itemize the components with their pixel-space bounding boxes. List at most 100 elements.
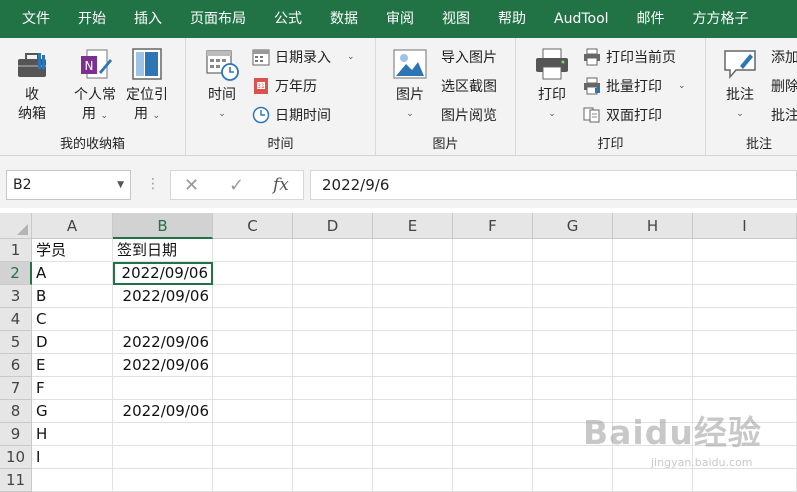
- cell-e7[interactable]: [373, 377, 453, 400]
- formula-input[interactable]: 2022/9/6: [310, 170, 797, 200]
- row-header-11[interactable]: 11: [0, 469, 32, 492]
- image-viewer-button[interactable]: 图片阅览: [441, 104, 497, 126]
- cell-c1[interactable]: [213, 239, 293, 262]
- cell-f2[interactable]: [453, 262, 533, 285]
- cell-f5[interactable]: [453, 331, 533, 354]
- cell-c11[interactable]: [213, 469, 293, 492]
- cell-f4[interactable]: [453, 308, 533, 331]
- cell-d2[interactable]: [293, 262, 373, 285]
- cell-d6[interactable]: [293, 354, 373, 377]
- cell-d4[interactable]: [293, 308, 373, 331]
- cell-a6[interactable]: E: [32, 354, 113, 377]
- cell-a8[interactable]: G: [32, 400, 113, 423]
- column-header-b[interactable]: B: [113, 213, 213, 239]
- column-header-i[interactable]: I: [693, 213, 797, 239]
- cell-i2[interactable]: [693, 262, 797, 285]
- personal-button[interactable]: N 个人常 用 ⌄: [74, 46, 116, 126]
- cell-e10[interactable]: [373, 446, 453, 469]
- cell-d7[interactable]: [293, 377, 373, 400]
- menu-data[interactable]: 数据: [316, 0, 372, 38]
- column-header-e[interactable]: E: [373, 213, 453, 239]
- column-header-f[interactable]: F: [453, 213, 533, 239]
- cell-e5[interactable]: [373, 331, 453, 354]
- cell-c4[interactable]: [213, 308, 293, 331]
- row-header-2[interactable]: 2: [0, 262, 32, 285]
- cell-i7[interactable]: [693, 377, 797, 400]
- cell-b9[interactable]: [113, 423, 213, 446]
- cell-b10[interactable]: [113, 446, 213, 469]
- locate-reference-button[interactable]: 定位引 用 ⌄: [126, 46, 168, 126]
- cell-d3[interactable]: [293, 285, 373, 308]
- cell-h7[interactable]: [613, 377, 693, 400]
- row-header-6[interactable]: 6: [0, 354, 32, 377]
- confirm-icon[interactable]: ✓: [229, 175, 244, 196]
- cell-f9[interactable]: [453, 423, 533, 446]
- cell-b8[interactable]: 2022/09/06: [113, 400, 213, 423]
- datetime-button[interactable]: 日期时间: [252, 104, 331, 126]
- cancel-icon[interactable]: ✕: [184, 175, 199, 196]
- row-header-3[interactable]: 3: [0, 285, 32, 308]
- cell-f7[interactable]: [453, 377, 533, 400]
- row-header-5[interactable]: 5: [0, 331, 32, 354]
- cell-c6[interactable]: [213, 354, 293, 377]
- cell-h4[interactable]: [613, 308, 693, 331]
- row-header-7[interactable]: 7: [0, 377, 32, 400]
- add-comment-button[interactable]: 添加: [771, 46, 797, 68]
- row-header-4[interactable]: 4: [0, 308, 32, 331]
- chevron-down-icon[interactable]: ▼: [117, 171, 124, 199]
- menu-page-layout[interactable]: 页面布局: [176, 0, 260, 38]
- cell-a9[interactable]: H: [32, 423, 113, 446]
- cell-b7[interactable]: [113, 377, 213, 400]
- cell-a5[interactable]: D: [32, 331, 113, 354]
- cell-b2[interactable]: 2022/09/06: [113, 262, 213, 285]
- cell-a1[interactable]: 学员: [32, 239, 113, 262]
- cell-d9[interactable]: [293, 423, 373, 446]
- cell-f1[interactable]: [453, 239, 533, 262]
- cell-e6[interactable]: [373, 354, 453, 377]
- name-box[interactable]: B2 ▼: [6, 170, 131, 200]
- cell-g5[interactable]: [533, 331, 613, 354]
- time-button[interactable]: 时间 ⌄: [204, 46, 240, 124]
- cell-e9[interactable]: [373, 423, 453, 446]
- column-header-a[interactable]: A: [32, 213, 113, 239]
- cell-e8[interactable]: [373, 400, 453, 423]
- delete-comment-button[interactable]: 删除: [771, 75, 797, 97]
- cell-h5[interactable]: [613, 331, 693, 354]
- cell-b1[interactable]: 签到日期: [113, 239, 213, 262]
- menu-view[interactable]: 视图: [428, 0, 484, 38]
- cell-i6[interactable]: [693, 354, 797, 377]
- insert-function-icon[interactable]: fx: [273, 175, 289, 195]
- menu-mail[interactable]: 邮件: [623, 0, 679, 38]
- menu-insert[interactable]: 插入: [120, 0, 176, 38]
- cell-f11[interactable]: [453, 469, 533, 492]
- cell-b6[interactable]: 2022/09/06: [113, 354, 213, 377]
- cell-e11[interactable]: [373, 469, 453, 492]
- cell-e2[interactable]: [373, 262, 453, 285]
- cell-g6[interactable]: [533, 354, 613, 377]
- cell-c10[interactable]: [213, 446, 293, 469]
- cell-i4[interactable]: [693, 308, 797, 331]
- cell-f8[interactable]: [453, 400, 533, 423]
- column-header-g[interactable]: G: [533, 213, 613, 239]
- duplex-print-button[interactable]: 双面打印: [583, 104, 662, 126]
- cell-a7[interactable]: F: [32, 377, 113, 400]
- cell-a11[interactable]: [32, 469, 113, 492]
- cell-a4[interactable]: C: [32, 308, 113, 331]
- comment-tool-button[interactable]: 批注: [771, 104, 797, 126]
- menu-file[interactable]: 文件: [0, 0, 64, 38]
- print-current-page-button[interactable]: 打印当前页: [583, 46, 676, 68]
- image-button[interactable]: 图片 ⌄: [392, 46, 428, 124]
- storage-button[interactable]: 收 纳箱: [14, 46, 50, 124]
- menu-formulas[interactable]: 公式: [260, 0, 316, 38]
- cell-i1[interactable]: [693, 239, 797, 262]
- cell-d1[interactable]: [293, 239, 373, 262]
- menu-fangfang[interactable]: 方方格子: [679, 0, 763, 38]
- menu-home[interactable]: 开始: [64, 0, 120, 38]
- cell-f3[interactable]: [453, 285, 533, 308]
- cell-e4[interactable]: [373, 308, 453, 331]
- row-header-9[interactable]: 9: [0, 423, 32, 446]
- row-header-8[interactable]: 8: [0, 400, 32, 423]
- menu-review[interactable]: 审阅: [372, 0, 428, 38]
- cell-f10[interactable]: [453, 446, 533, 469]
- cell-g4[interactable]: [533, 308, 613, 331]
